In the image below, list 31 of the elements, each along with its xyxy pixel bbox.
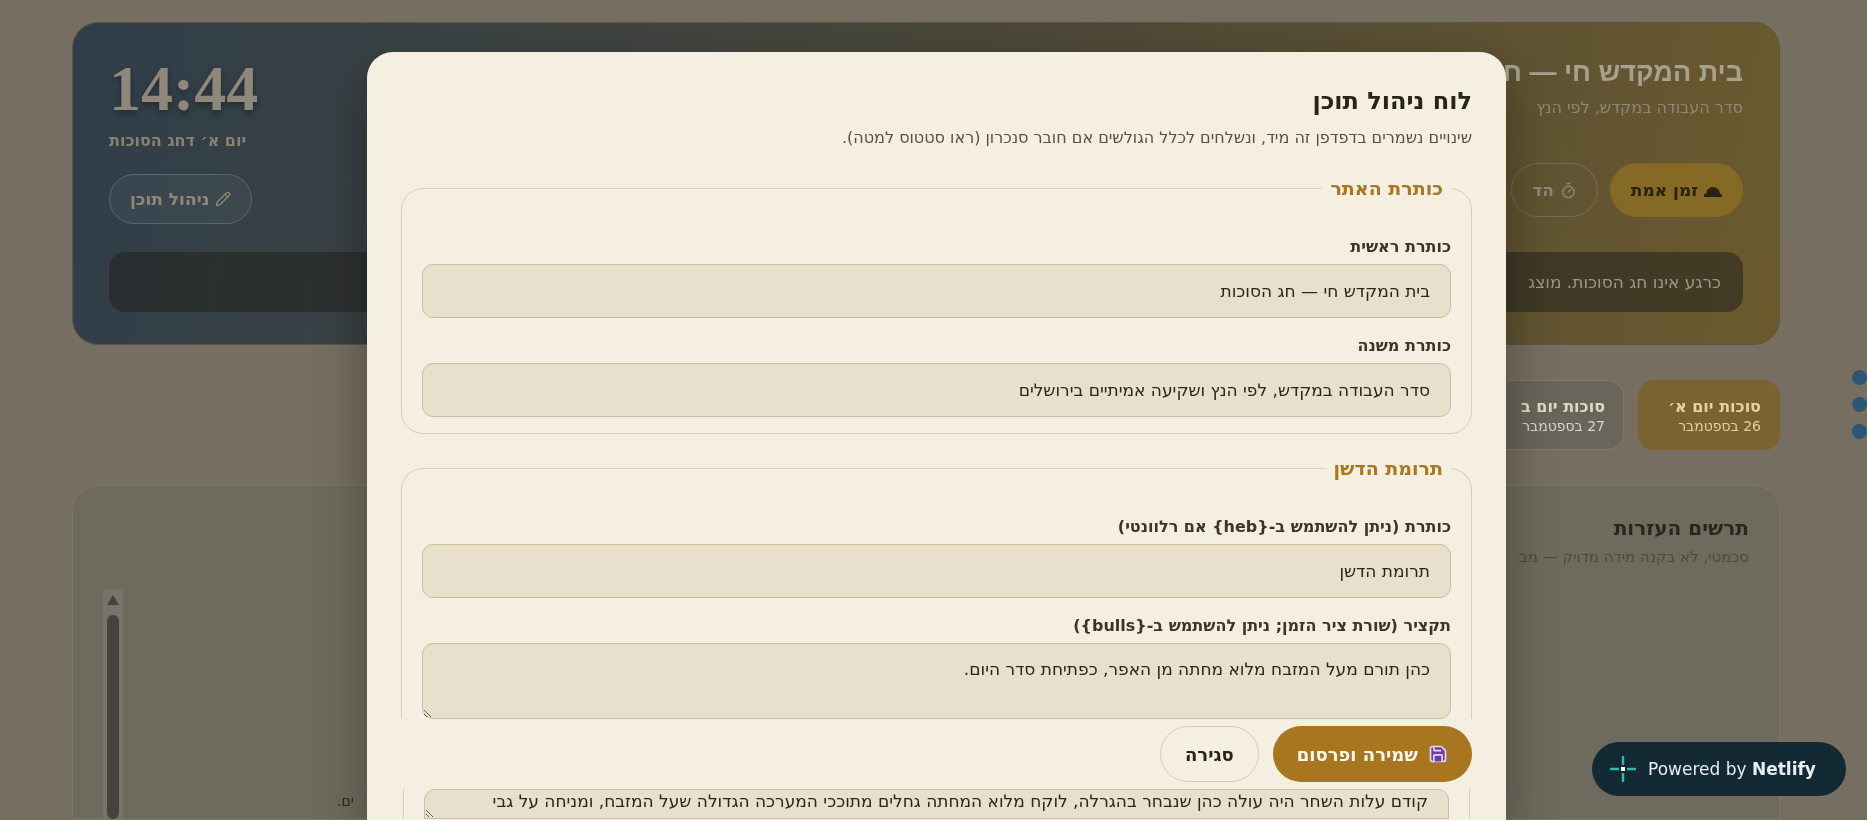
day-tab[interactable]: סוכות יום א׳ 26 בספטמבר [1638, 380, 1780, 450]
save-button[interactable]: שמירה ופרסום [1272, 726, 1472, 782]
timer-icon [1559, 181, 1577, 199]
nav-dot[interactable] [1852, 370, 1867, 385]
netlify-badge[interactable]: Powered by Netlify [1592, 742, 1846, 796]
text-field[interactable]: תרומת הדשן [422, 544, 1451, 598]
text-field[interactable]: סדר העבודה במקדש, לפי הנץ ושקיעה אמיתיים בירושלים [422, 363, 1451, 417]
site-title: בית המקדש חי — ח [1503, 57, 1743, 88]
text-field[interactable]: בית המקדש חי — חג הסוכות [422, 264, 1451, 318]
netlify-logo-icon [1610, 756, 1636, 782]
close-button[interactable]: סגירה [1159, 726, 1259, 782]
nav-dot[interactable] [1852, 424, 1867, 439]
pencil-icon [215, 191, 232, 207]
dialog-title: לוח ניהול תוכן [1311, 86, 1472, 116]
field-label: כותרת משנה [1356, 336, 1451, 355]
section-title: תרומת הדשן [1332, 457, 1444, 479]
notice-text: כרגע אינו חג הסוכות. מוצג [1528, 272, 1721, 292]
dialog-subtitle: שינויים נשמרים בדפדפן זה מיד, ונשלחים לכלל הגולשים אם חובר סנכרון (ראו סטטוס למטה). [840, 128, 1472, 147]
date-label: יום א׳ דחג הסוכות [109, 131, 247, 150]
field-label: כותרת (ניתן להשתמש ב-{heb} אם רלוונטי) [1116, 517, 1451, 536]
nav-dot[interactable] [1852, 397, 1867, 412]
card-title: תרשים העזרות [1612, 516, 1749, 540]
field-label: תקציר (שורת ציר הזמן; ניתן להשתמש ב-{bulls}) [1072, 616, 1451, 635]
site-subtitle: סדר העבודה במקדש, לפי הנץ [1536, 98, 1743, 117]
text-area[interactable]: קודם עלות השחר היה עולה כהן שנבחר בהגרלה, לוקח מלוא המחתה גחלים מתוככי המערכה הגדולה שעל המזבח, ומניחה על גבי [424, 789, 1449, 819]
clock: 14:44 [109, 57, 259, 121]
card-text: ים. [337, 793, 354, 809]
save-icon [1428, 744, 1448, 764]
section-title: כותרת האתר [1329, 177, 1444, 199]
field-label: כותרת ראשית [1349, 237, 1451, 256]
text-area[interactable]: כהן תורם מעל המזבח מלוא מחתה מן האפר, כפתיחת סדר היום. [422, 643, 1451, 719]
